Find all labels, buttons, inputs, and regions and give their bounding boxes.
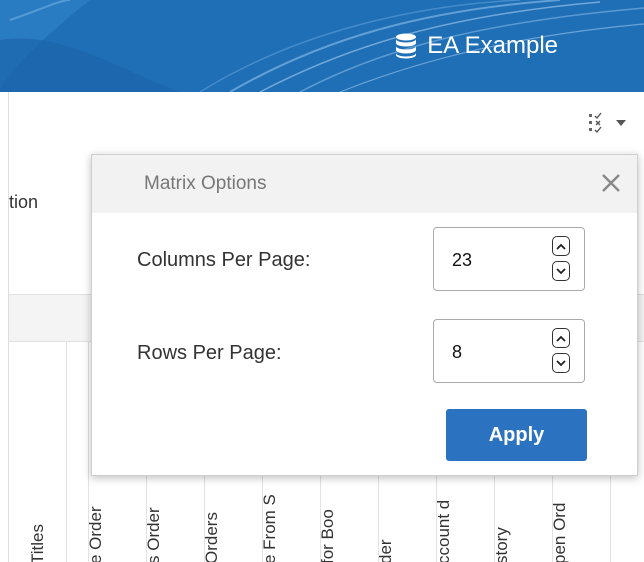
chevron-up-icon — [556, 243, 566, 250]
view-options-dropdown[interactable] — [579, 108, 635, 138]
apply-button[interactable]: Apply — [446, 409, 587, 461]
rows-spinner — [552, 328, 570, 374]
rows-per-page-label: Rows Per Page: — [137, 342, 282, 364]
rows-increment-button[interactable] — [552, 328, 570, 348]
brand-title: EA Example — [427, 32, 558, 59]
column-header-text — [9, 364, 27, 562]
popover-title: Matrix Options — [144, 173, 267, 194]
close-icon[interactable] — [597, 169, 625, 197]
columns-increment-button[interactable] — [552, 236, 570, 256]
database-icon — [396, 33, 417, 59]
brand[interactable]: EA Example — [395, 30, 558, 62]
columns-per-page-label: Columns Per Page: — [137, 249, 311, 271]
option-label: tion — [9, 192, 39, 212]
columns-per-page-input[interactable] — [452, 248, 542, 272]
columns-decrement-button[interactable] — [552, 261, 570, 281]
chevron-down-icon — [556, 359, 566, 366]
toolbar — [8, 92, 644, 155]
columns-per-page-field[interactable] — [433, 227, 585, 291]
matrix-column-header[interactable]: Titles — [31, 341, 89, 562]
rows-per-page-input[interactable] — [452, 340, 542, 364]
app-header: EA Example — [0, 0, 644, 92]
popover-header: Matrix Options — [92, 155, 637, 213]
column-header-text: Titles — [31, 524, 47, 562]
rows-per-page-field[interactable] — [433, 319, 585, 383]
chevron-up-icon — [556, 335, 566, 342]
caret-down-icon — [616, 120, 626, 126]
matrix-options-popover: Matrix Options Columns Per Page: Rows Pe… — [91, 154, 638, 476]
rows-decrement-button[interactable] — [552, 353, 570, 373]
columns-spinner — [552, 236, 570, 282]
checklist-icon — [589, 112, 602, 134]
chevron-down-icon — [556, 267, 566, 274]
